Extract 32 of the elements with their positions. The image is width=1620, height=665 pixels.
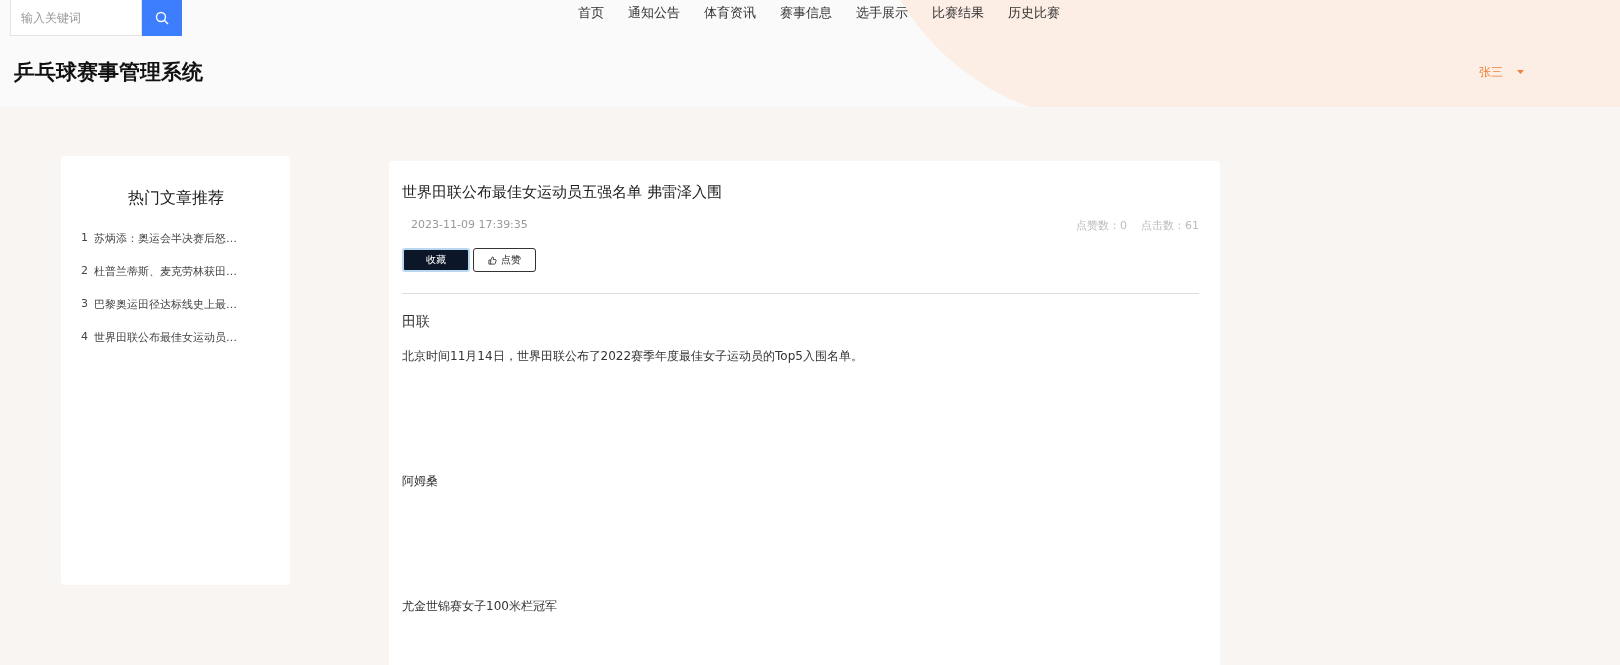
article-link[interactable]: 杜普兰蒂斯、麦克劳林获田… [94,264,237,279]
sidebar-title: 热门文章推荐 [126,188,225,209]
paragraph: 阿姆桑 [402,473,439,490]
publish-date: 2023-11-09 17:39:35 [411,218,528,233]
favorite-button[interactable]: 收藏 [402,248,470,272]
nav-link[interactable]: 通知公告 [628,4,680,22]
rank-number: 3 [81,297,88,312]
nav-link[interactable]: 赛事信息 [780,4,832,22]
article-link[interactable]: 苏炳添：奥运会半决赛后怒… [94,231,237,246]
section-heading: 田联 [402,313,431,331]
paragraph: 北京时间11月14日，世界田联公布了2022赛季年度最佳女子运动员的Top5入围名单。 [402,348,864,365]
nav-link[interactable]: 体育资讯 [704,4,756,22]
stat-count: 点击数：61 [1141,218,1199,233]
search-button[interactable] [142,0,182,36]
caret-icon [1517,70,1524,74]
stat-count: 点赞数：0 [1076,218,1127,233]
nav-link[interactable]: 比赛结果 [932,4,984,22]
article-link[interactable]: 世界田联公布最佳女运动员… [94,330,237,345]
rank-number: 2 [81,264,88,279]
article-link[interactable]: 巴黎奥运田径达标线史上最… [94,297,237,312]
search-icon [155,11,169,25]
site-title: 乒乓球赛事管理系统 [14,59,203,86]
like-button[interactable]: 点赞 [473,248,536,272]
search-field[interactable]: 输入关键词 [10,0,142,36]
thumbs-up-icon [488,255,497,265]
paragraph: 尤金世锦赛女子100米栏冠军 [402,598,558,615]
rank-number: 4 [81,330,88,345]
nav-link[interactable]: 选手展示 [856,4,908,22]
nav-link[interactable]: 历史比赛 [1008,4,1060,22]
article-title: 世界田联公布最佳女运动员五强名单 弗雷泽入围 [402,183,723,202]
nav-link[interactable]: 首页 [578,4,604,22]
rank-number: 1 [81,231,88,246]
